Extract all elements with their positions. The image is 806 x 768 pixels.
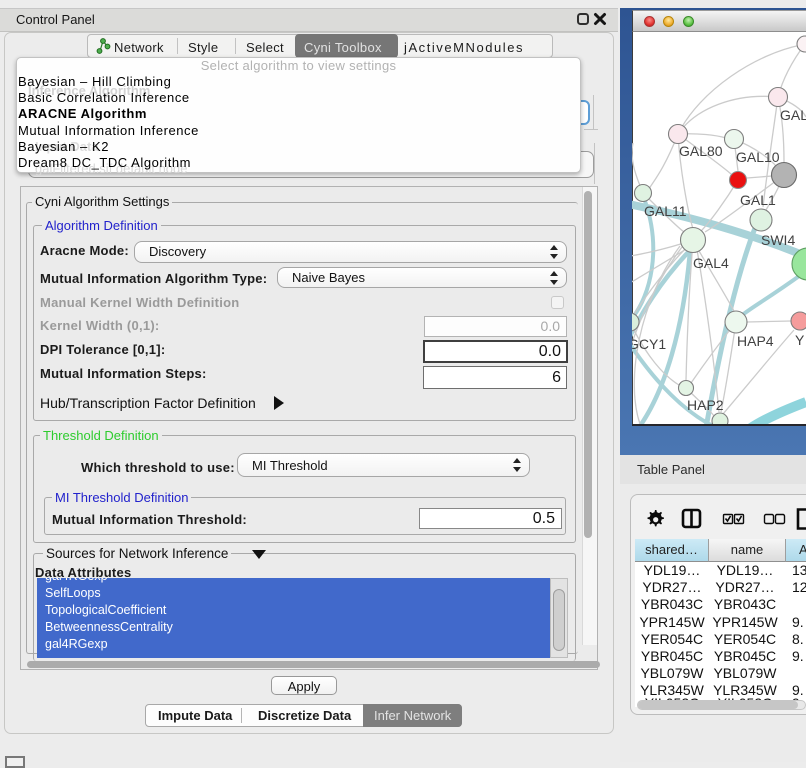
svg-text:SWI4: SWI4 xyxy=(761,232,795,248)
svg-text:HAP4: HAP4 xyxy=(737,333,774,349)
svg-text:GAL11: GAL11 xyxy=(644,203,687,219)
svg-text:GAL10: GAL10 xyxy=(736,149,780,165)
svg-text:GAL7: GAL7 xyxy=(780,107,806,123)
svg-text:HAP2: HAP2 xyxy=(687,397,724,413)
svg-text:GAL1: GAL1 xyxy=(740,192,776,208)
svg-text:GCY1: GCY1 xyxy=(632,336,666,352)
svg-text:GAL80: GAL80 xyxy=(679,143,723,159)
svg-text:GAL4: GAL4 xyxy=(693,255,729,271)
svg-text:Y: Y xyxy=(795,332,805,348)
